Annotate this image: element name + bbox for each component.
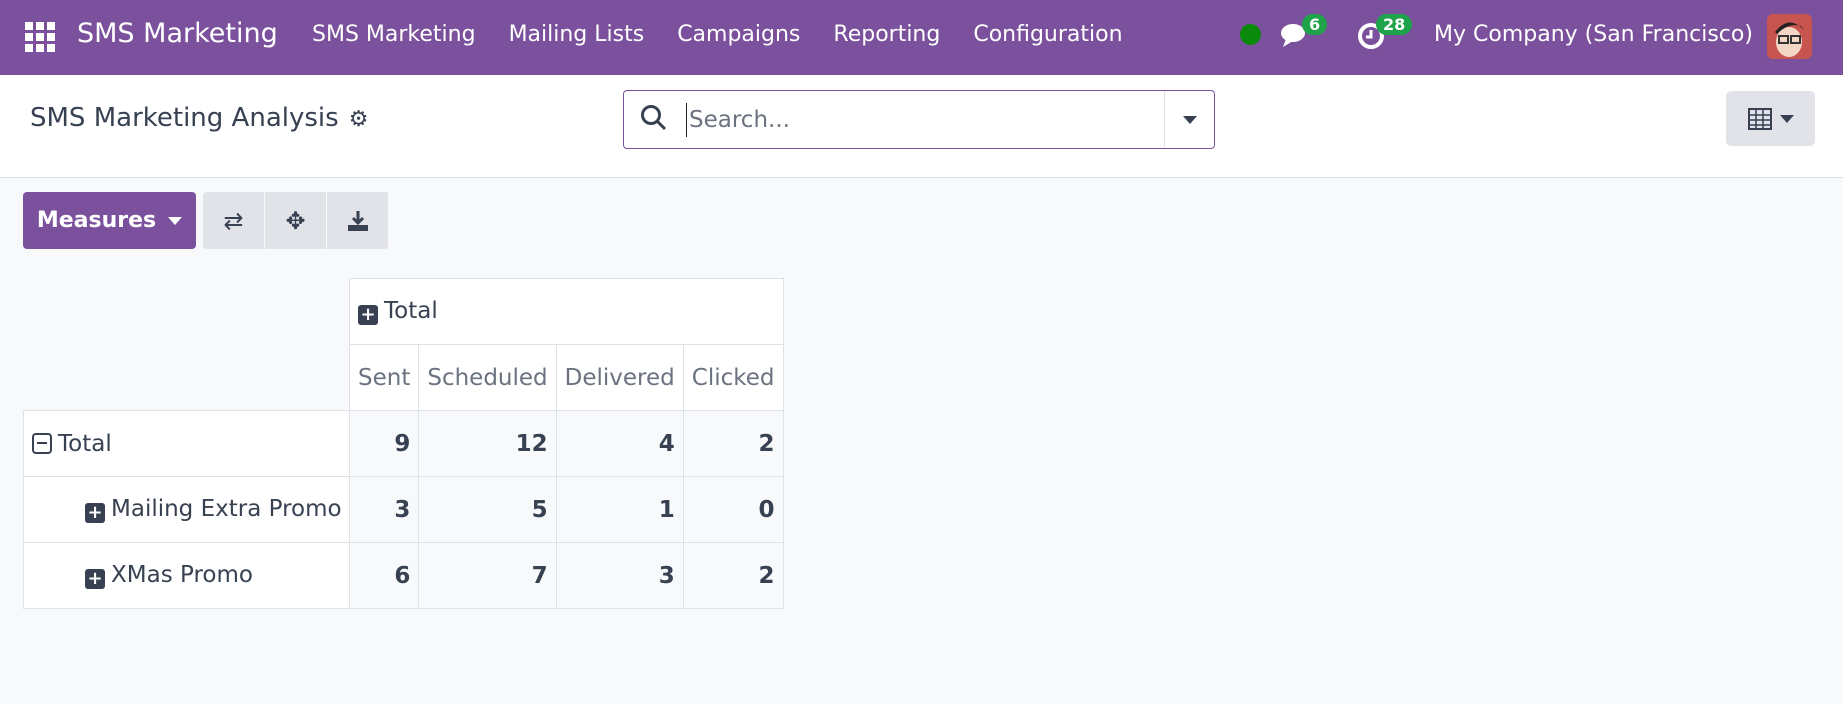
cell[interactable]: 12 <box>418 410 557 477</box>
pivot-table: + Total Sent Scheduled Delivered Clicked … <box>23 278 784 609</box>
download-button[interactable] <box>327 192 389 249</box>
plus-square-icon: + <box>85 503 105 523</box>
cell[interactable]: 1 <box>555 476 684 543</box>
cell[interactable]: 7 <box>418 542 557 609</box>
download-icon <box>347 210 368 231</box>
gear-icon[interactable]: ⚙ <box>349 107 369 132</box>
menu-sms-marketing[interactable]: SMS Marketing <box>312 22 476 47</box>
search-options-toggle[interactable] <box>1164 91 1214 148</box>
cell[interactable]: 0 <box>682 476 784 543</box>
menu-reporting[interactable]: Reporting <box>833 22 940 47</box>
menu-campaigns[interactable]: Campaigns <box>677 22 800 47</box>
exchange-icon: ⇄ <box>223 206 244 235</box>
control-panel: SMS Marketing Analysis ⚙ <box>0 75 1843 178</box>
minus-square-icon <box>32 432 52 454</box>
table-row: + XMas Promo 6 7 3 2 <box>23 542 784 609</box>
pivot-corner <box>24 279 350 411</box>
cell[interactable]: 9 <box>348 410 420 477</box>
user-avatar[interactable] <box>1767 14 1812 59</box>
cell[interactable]: 3 <box>348 476 420 543</box>
cell[interactable]: 2 <box>682 410 784 477</box>
page-title: SMS Marketing Analysis ⚙ <box>30 103 368 133</box>
messages-badge: 6 <box>1302 14 1328 35</box>
measure-header-clicked[interactable]: Clicked <box>682 344 784 411</box>
table-row: Total 9 12 4 2 <box>23 410 784 477</box>
table-icon <box>1747 107 1772 130</box>
arrows-icon: ✥ <box>285 206 306 235</box>
apps-menu-icon[interactable] <box>25 22 55 52</box>
row-label: Total <box>58 430 112 457</box>
view-switcher-button[interactable] <box>1726 91 1815 146</box>
measure-header-sent[interactable]: Sent <box>348 344 420 411</box>
page-title-text: SMS Marketing Analysis <box>30 103 339 133</box>
search-icon <box>641 105 667 131</box>
cell[interactable]: 2 <box>682 542 784 609</box>
cell[interactable]: 6 <box>348 542 420 609</box>
col-header-total[interactable]: + Total <box>349 278 784 345</box>
app-name[interactable]: SMS Marketing <box>77 18 278 49</box>
messages-button[interactable]: 6 <box>1280 14 1328 56</box>
row-header-xmas-promo[interactable]: + XMas Promo <box>23 542 350 609</box>
search-input[interactable] <box>686 103 1166 137</box>
plus-square-icon: + <box>358 305 378 325</box>
activities-badge: 28 <box>1376 14 1413 35</box>
caret-down-icon <box>1779 114 1794 123</box>
row-header-total[interactable]: Total <box>23 410 350 477</box>
pivot-tools: ⇄ ✥ <box>203 192 389 249</box>
measure-header-scheduled[interactable]: Scheduled <box>418 344 557 411</box>
plus-square-icon: + <box>85 569 105 589</box>
top-navbar: SMS Marketing SMS Marketing Mailing List… <box>0 0 1843 75</box>
cell[interactable]: 4 <box>555 410 684 477</box>
main-menu: SMS Marketing Mailing Lists Campaigns Re… <box>312 22 1123 47</box>
table-row: + Mailing Extra Promo 3 5 1 0 <box>23 476 784 543</box>
menu-mailing-lists[interactable]: Mailing Lists <box>509 22 645 47</box>
expand-all-button[interactable]: ✥ <box>265 192 327 249</box>
col-header-label: Total <box>384 298 438 324</box>
row-label: Mailing Extra Promo <box>111 496 342 522</box>
measures-label: Measures <box>36 208 157 233</box>
caret-down-icon <box>1182 115 1197 124</box>
measure-header-delivered[interactable]: Delivered <box>555 344 684 411</box>
cell[interactable]: 3 <box>555 542 684 609</box>
flip-axis-button[interactable]: ⇄ <box>203 192 265 249</box>
measures-button[interactable]: Measures <box>23 192 196 249</box>
company-switcher[interactable]: My Company (San Francisco) <box>1434 22 1753 47</box>
search-bar <box>623 90 1215 149</box>
row-header-mailing-extra-promo[interactable]: + Mailing Extra Promo <box>23 476 350 543</box>
status-online-icon <box>1240 24 1261 45</box>
row-label: XMas Promo <box>111 562 253 588</box>
activities-button[interactable]: 28 <box>1356 14 1413 56</box>
caret-down-icon <box>168 216 183 225</box>
cell[interactable]: 5 <box>418 476 557 543</box>
menu-configuration[interactable]: Configuration <box>973 22 1122 47</box>
